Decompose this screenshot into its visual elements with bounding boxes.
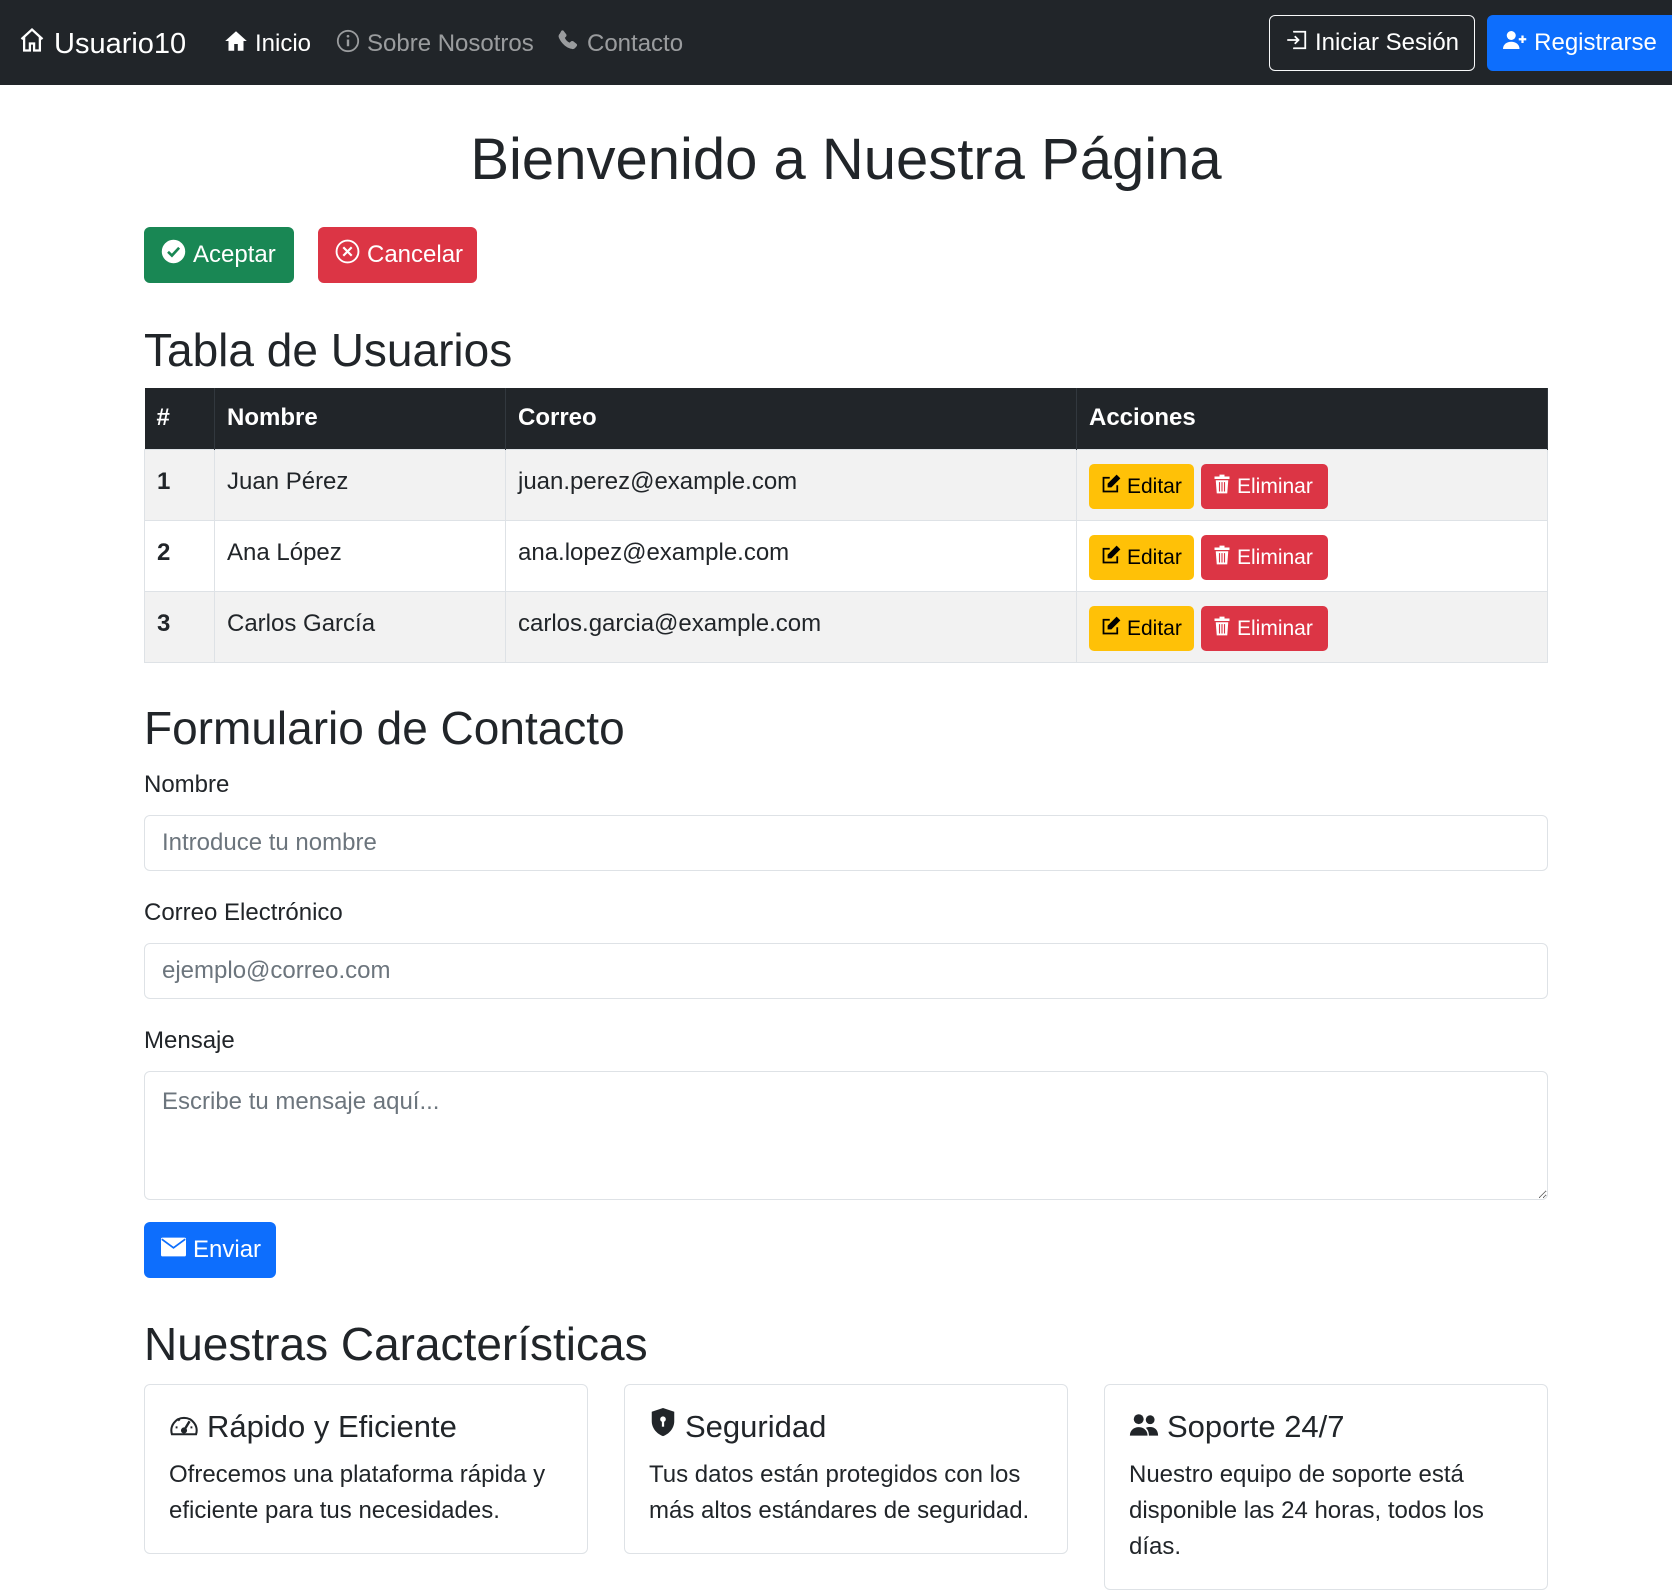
- edit-button[interactable]: Editar: [1089, 606, 1194, 651]
- person-plus-icon: [1502, 28, 1528, 59]
- delete-label: Eliminar: [1237, 616, 1313, 640]
- cell-actions: Editar Eliminar: [1076, 448, 1548, 520]
- cell-id: 1: [144, 448, 215, 520]
- cell-name: Ana López: [214, 519, 506, 591]
- cell-actions: Editar Eliminar: [1076, 590, 1548, 663]
- delete-button[interactable]: Eliminar: [1201, 464, 1328, 509]
- page-title: Bienvenido a Nuestra Página: [470, 127, 1222, 192]
- register-button[interactable]: Registrarse: [1487, 15, 1672, 71]
- column-header-id: #: [144, 388, 215, 449]
- login-label: Iniciar Sesión: [1314, 29, 1460, 56]
- message-label: Mensaje: [144, 1027, 235, 1054]
- cancel-button[interactable]: Cancelar: [318, 227, 477, 283]
- delete-button[interactable]: Eliminar: [1201, 535, 1328, 580]
- x-circle-icon: [335, 239, 360, 271]
- table-row: 2 Ana López ana.lopez@example.com Editar…: [144, 519, 1548, 591]
- accept-button[interactable]: Aceptar: [144, 227, 294, 283]
- cell-email: carlos.garcia@example.com: [505, 590, 1077, 663]
- feature-card-text: Tus datos están protegidos con los más a…: [649, 1461, 1030, 1524]
- cell-name: Juan Pérez: [214, 448, 506, 520]
- edit-label: Editar: [1127, 545, 1182, 569]
- pencil-square-icon: [1101, 545, 1121, 571]
- brand-label: Usuario10: [54, 27, 187, 60]
- table-row: 1 Juan Pérez juan.perez@example.com Edit…: [144, 448, 1548, 520]
- name-input[interactable]: [144, 815, 1548, 871]
- features-title: Nuestras Características: [144, 1318, 648, 1370]
- cell-id: 3: [144, 590, 215, 663]
- email-input[interactable]: [144, 943, 1548, 999]
- contact-form-title: Formulario de Contacto: [144, 702, 625, 754]
- nav-link-inicio[interactable]: Inicio: [224, 26, 311, 62]
- nav-link-label: Inicio: [255, 30, 312, 57]
- edit-button[interactable]: Editar: [1089, 464, 1194, 509]
- name-label: Nombre: [144, 771, 230, 798]
- register-label: Registrarse: [1534, 29, 1657, 56]
- cell-email: ana.lopez@example.com: [505, 519, 1077, 591]
- info-circle-icon: [336, 29, 360, 60]
- feature-card-speed: Rápido y Eficiente Ofrecemos una platafo…: [144, 1384, 588, 1554]
- users-table-title: Tabla de Usuarios: [144, 324, 513, 376]
- login-button[interactable]: Iniciar Sesión: [1269, 15, 1475, 71]
- feature-card-security: Seguridad Tus datos están protegidos con…: [624, 1384, 1068, 1554]
- telephone-fill-icon: [556, 29, 580, 60]
- cancel-label: Cancelar: [367, 241, 464, 268]
- nav-link-contacto[interactable]: Contacto: [556, 26, 683, 62]
- column-header-name: Nombre: [214, 388, 506, 449]
- cell-name: Carlos García: [214, 590, 506, 663]
- box-arrow-in-right-icon: [1285, 28, 1309, 59]
- edit-button[interactable]: Editar: [1089, 535, 1194, 580]
- email-label: Correo Electrónico: [144, 899, 343, 926]
- feature-card-title: Rápido y Eficiente: [207, 1409, 457, 1444]
- cell-email: juan.perez@example.com: [505, 448, 1077, 520]
- check-circle-icon: [161, 239, 186, 271]
- feature-card-text: Ofrecemos una plataforma rápida y eficie…: [169, 1461, 546, 1524]
- feature-card-text: Nuestro equipo de soporte está disponibl…: [1129, 1461, 1484, 1560]
- message-textarea[interactable]: [144, 1071, 1548, 1200]
- feature-card-title: Seguridad: [685, 1409, 827, 1444]
- table-row: 3 Carlos García carlos.garcia@example.co…: [144, 590, 1548, 663]
- feature-card-support: Soporte 24/7 Nuestro equipo de soporte e…: [1104, 1384, 1548, 1590]
- send-button[interactable]: Enviar: [144, 1222, 276, 1278]
- delete-label: Eliminar: [1237, 545, 1313, 569]
- trash-icon: [1213, 616, 1231, 642]
- accept-label: Aceptar: [193, 241, 276, 268]
- pencil-square-icon: [1101, 474, 1121, 500]
- shield-lock-icon: [649, 1407, 677, 1447]
- users-table: # Nombre Correo Acciones 1 Juan Pérez ju…: [144, 388, 1548, 663]
- house-fill-icon: [224, 29, 248, 60]
- feature-card-title: Soporte 24/7: [1167, 1409, 1345, 1444]
- cell-id: 2: [144, 519, 215, 591]
- people-fill-icon: [1129, 1407, 1159, 1447]
- edit-label: Editar: [1127, 616, 1182, 640]
- delete-label: Eliminar: [1237, 474, 1313, 498]
- envelope-fill-icon: [161, 1236, 186, 1264]
- cell-actions: Editar Eliminar: [1076, 519, 1548, 591]
- nav-link-label: Contacto: [587, 30, 684, 57]
- delete-button[interactable]: Eliminar: [1201, 606, 1328, 651]
- nav-link-sobre-nosotros[interactable]: Sobre Nosotros: [336, 26, 534, 62]
- house-icon: [18, 26, 46, 62]
- pencil-square-icon: [1101, 616, 1121, 642]
- column-header-actions: Acciones: [1076, 388, 1548, 449]
- speedometer-icon: [169, 1407, 199, 1447]
- trash-icon: [1213, 474, 1231, 500]
- navbar: Usuario10 Inicio Sobre Nosotros Contacto…: [0, 0, 1672, 85]
- nav-link-label: Sobre Nosotros: [367, 30, 534, 57]
- send-label: Enviar: [193, 1236, 262, 1263]
- brand-link[interactable]: Usuario10: [18, 24, 186, 64]
- column-header-email: Correo: [505, 388, 1077, 449]
- table-header-row: # Nombre Correo Acciones: [144, 388, 1548, 449]
- edit-label: Editar: [1127, 474, 1182, 498]
- trash-icon: [1213, 545, 1231, 571]
